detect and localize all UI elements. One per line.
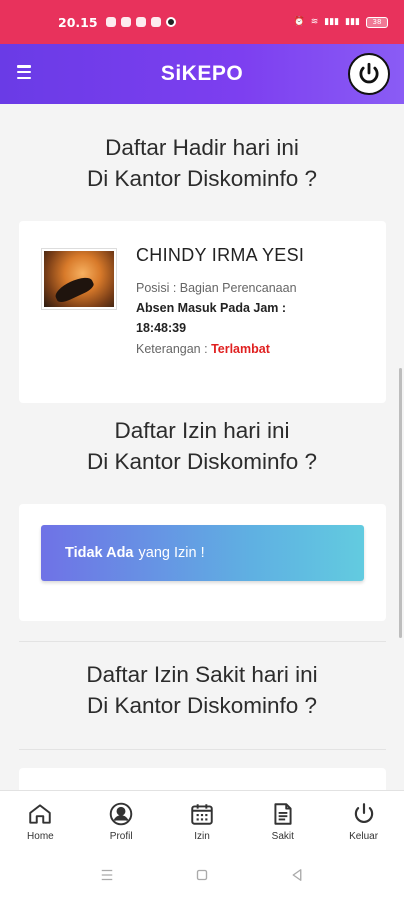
notice-bold: Tidak Ada	[65, 545, 134, 561]
profile-icon	[109, 802, 133, 826]
notification-icon	[150, 17, 161, 27]
title-line: Daftar Hadir hari ini	[105, 135, 299, 160]
home-icon	[29, 804, 52, 824]
recent-apps-icon[interactable]	[98, 866, 116, 884]
notification-icon	[105, 17, 116, 27]
nav-label: Izin	[194, 831, 210, 842]
power-icon	[354, 803, 373, 823]
leave-card: Tidak Ada yang Izin !	[19, 504, 386, 621]
empty-leave-notice: Tidak Ada yang Izin !	[41, 525, 364, 581]
bottom-nav: Home Profil Izin Sakit Keluar	[0, 790, 404, 850]
notification-icons	[105, 17, 176, 27]
sick-leave-card	[19, 768, 386, 790]
attendance-card: CHINDY IRMA YESI Posisi : Bagian Perenca…	[19, 221, 386, 403]
note-label: Keterangan :	[136, 342, 212, 356]
nav-label: Home	[27, 831, 54, 842]
notification-icon	[135, 17, 146, 27]
nav-home[interactable]: Home	[0, 791, 81, 850]
employee-photo	[41, 248, 117, 310]
title-line: Daftar Izin hari ini	[114, 418, 290, 443]
calendar-icon	[191, 804, 213, 825]
title-line: Daftar Izin Sakit hari ini	[86, 662, 318, 687]
sick-leave-section-title: Daftar Izin Sakit hari ini Di Kantor Dis…	[0, 659, 404, 721]
logout-button[interactable]	[348, 53, 390, 95]
system-status-icons: ⏰ ≋ ▮▮▮ ▮▮▮ 38	[293, 16, 388, 28]
alarm-icon: ⏰	[293, 17, 305, 27]
leave-section-title: Daftar Izin hari ini Di Kantor Diskominf…	[0, 415, 404, 477]
employee-name: CHINDY IRMA YESI	[136, 245, 305, 265]
nav-sakit[interactable]: Sakit	[242, 791, 323, 850]
signal-icon: ▮▮▮	[345, 17, 360, 27]
status-time: 20.15	[58, 14, 98, 30]
title-line: Di Kantor Diskominfo ?	[86, 449, 318, 474]
note-row: Keterangan : Terlambat	[136, 342, 270, 356]
nav-label: Keluar	[349, 831, 379, 842]
note-value: Terlambat	[211, 342, 270, 356]
title-line: Di Kantor Diskominfo ?	[86, 166, 318, 191]
app-title: SiKEPO	[160, 62, 244, 85]
nav-izin[interactable]: Izin	[162, 791, 243, 850]
scrollbar[interactable]	[399, 368, 402, 638]
main-content[interactable]: Daftar Hadir hari ini Di Kantor Diskomin…	[0, 104, 404, 790]
home-button-icon[interactable]	[193, 866, 211, 884]
battery-icon: 38	[366, 16, 388, 28]
signal-icon: ▮▮▮	[324, 17, 340, 27]
divider	[19, 641, 386, 642]
employee-position: Posisi : Bagian Perencanaan	[136, 281, 297, 295]
check-in-label: Absen Masuk Pada Jam :	[136, 301, 287, 315]
divider	[19, 749, 386, 750]
wifi-icon: ≋	[310, 17, 319, 27]
nav-label: Profil	[109, 831, 133, 842]
back-icon[interactable]	[288, 866, 306, 884]
status-bar: 20.15 ⏰ ≋ ▮▮▮ ▮▮▮ 38	[0, 0, 404, 44]
power-icon	[359, 62, 379, 84]
notice-text: yang Izin !	[138, 545, 205, 561]
document-icon	[274, 803, 292, 825]
nav-profil[interactable]: Profil	[81, 791, 162, 850]
system-nav-bar	[0, 850, 404, 900]
nav-keluar[interactable]: Keluar	[323, 791, 404, 850]
notification-icon	[165, 17, 176, 27]
title-line: Di Kantor Diskominfo ?	[86, 693, 318, 718]
check-in-time: 18:48:39	[136, 321, 187, 335]
nav-label: Sakit	[271, 831, 294, 842]
notification-icon	[120, 17, 131, 27]
menu-icon[interactable]	[17, 65, 31, 79]
app-header: SiKEPO	[0, 44, 404, 104]
attendance-section-title: Daftar Hadir hari ini Di Kantor Diskomin…	[0, 132, 404, 194]
